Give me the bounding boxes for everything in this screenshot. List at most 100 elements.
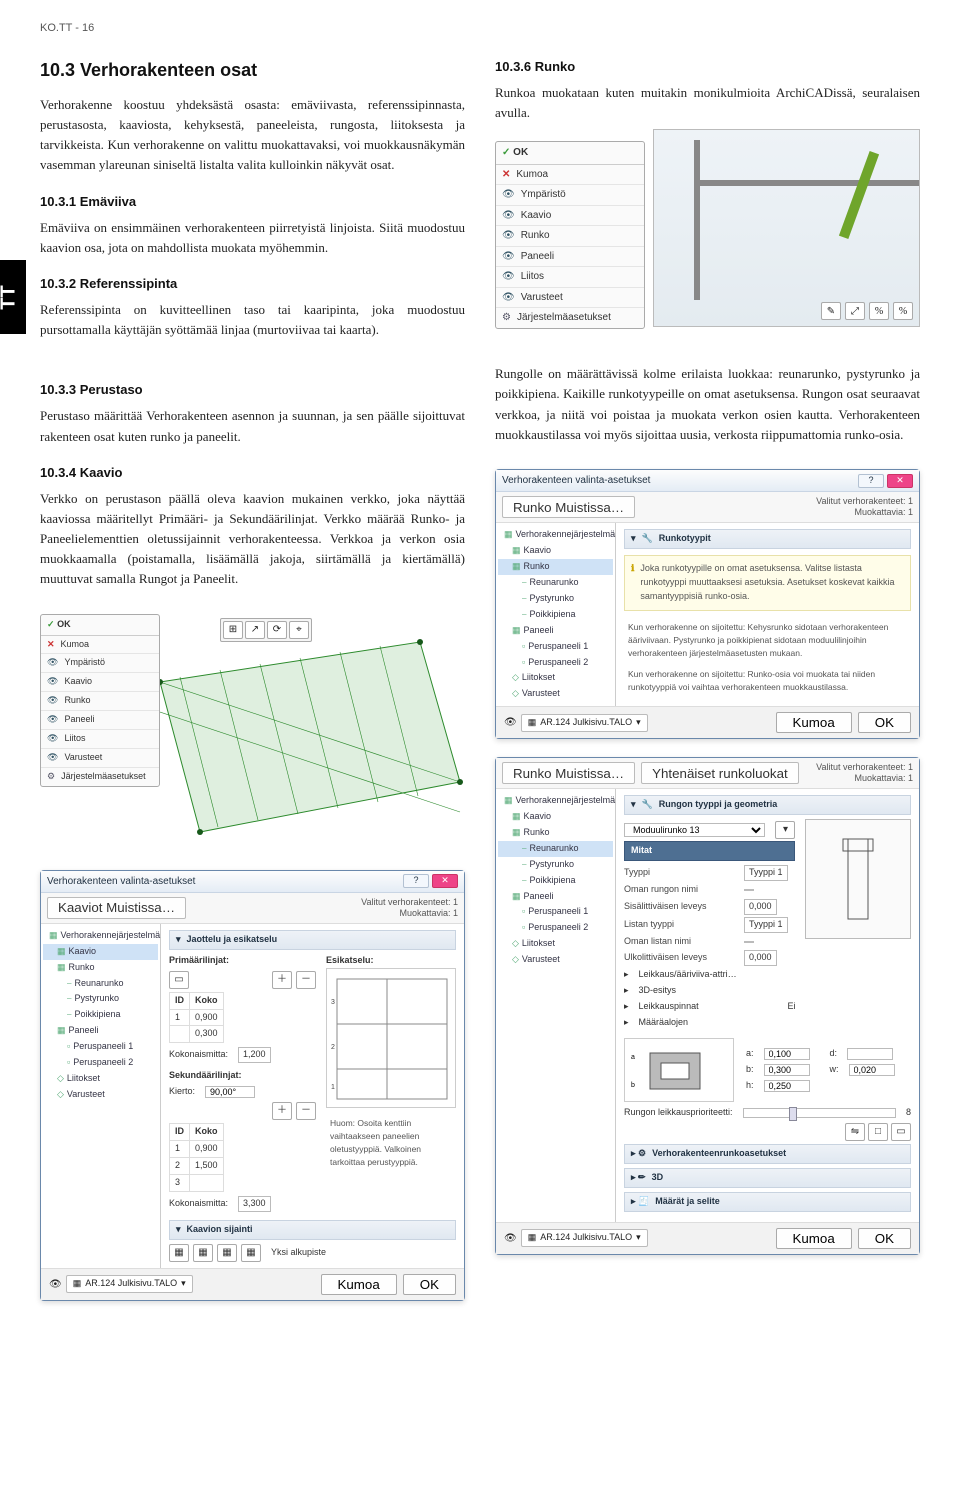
help-button[interactable]: ? xyxy=(403,874,429,888)
layer-eye-icon[interactable]: 👁 xyxy=(49,1277,62,1293)
svg-text:3: 3 xyxy=(331,999,335,1006)
hint-text: Kun verhorakenne on sijoitettu: Runko-os… xyxy=(624,664,911,698)
dialog-title: Verhorakenteen valinta-asetukset xyxy=(47,874,195,890)
subsection-heading: 10.3.2 Referenssipinta xyxy=(40,274,465,294)
eye-icon: 👁 xyxy=(502,208,515,224)
tree-view[interactable]: ▦Verhorakennejärjestelmä ▦Kaavio ▦Runko … xyxy=(41,924,161,1268)
close-button[interactable]: ✕ xyxy=(432,874,458,888)
body-text: Verkko on perustason päällä oleva kaavio… xyxy=(40,489,465,590)
eye-icon: 👁 xyxy=(502,269,515,285)
dialog-rungon-tyyppi: Runko Muistissa… Yhtenäiset runkoluokat … xyxy=(495,757,920,1255)
primary-table[interactable]: IDKoko 10,900 0,300 xyxy=(169,992,224,1044)
eye-icon: 👁 xyxy=(502,187,515,203)
body-text: Referenssipinta on kuvitteellinen taso t… xyxy=(40,300,465,340)
dim-input[interactable] xyxy=(849,1064,895,1076)
tool-icon[interactable]: % xyxy=(869,302,889,320)
svg-text:b: b xyxy=(631,1082,635,1089)
uniform-button[interactable]: Yhtenäiset runkoluokat xyxy=(641,762,799,784)
section-schematic: ab xyxy=(624,1038,734,1102)
secondary-table[interactable]: IDKoko 10,900 21,500 3 xyxy=(169,1123,224,1192)
dialog-kaavio: Verhorakenteen valinta-asetukset ? ✕ Kaa… xyxy=(40,870,465,1301)
tool-icon[interactable]: % xyxy=(893,302,913,320)
tool-icon[interactable]: ⤢ xyxy=(845,302,865,320)
viewport-3d[interactable]: ✎ ⤢ % % xyxy=(653,129,920,327)
section-heading: 10.3 Verhorakenteen osat xyxy=(40,57,465,85)
body-text: Perustaso määrittää Verhorakenteen asenn… xyxy=(40,406,465,446)
memory-button[interactable]: Runko Muistissa… xyxy=(502,496,635,518)
ok-button[interactable]: OK xyxy=(403,1274,456,1295)
body-text: Runkoa muokataan kuten muitakin monikulm… xyxy=(495,83,920,123)
rotation-input[interactable] xyxy=(205,1086,255,1098)
dialog-runkotyypit: Verhorakenteen valinta-asetukset ? ✕ Run… xyxy=(495,469,920,739)
ok-button[interactable]: OK xyxy=(858,712,911,733)
layer-selector[interactable]: ▦AR.124 Julkisivu.TALO▾ xyxy=(66,1275,193,1293)
plus-button[interactable]: ＋ xyxy=(272,971,292,989)
dialog-title: Verhorakenteen valinta-asetukset xyxy=(502,473,650,489)
tree-view[interactable]: ▦Verhorakennejärjestelmä ▦Kaavio ▦Runko … xyxy=(496,523,616,706)
profile-select[interactable]: Moduulirunko 13 xyxy=(624,823,765,837)
svg-text:1: 1 xyxy=(331,1084,335,1091)
layers-popup-small: ✓ OK ✕Kumoa 👁Ympäristö 👁Kaavio 👁Runko 👁P… xyxy=(40,614,160,787)
tool-icon[interactable]: ✎ xyxy=(821,302,841,320)
anchor-icon[interactable]: ▭ xyxy=(891,1123,911,1141)
svg-text:2: 2 xyxy=(331,1044,335,1051)
memory-button[interactable]: Kaaviot Muistissa… xyxy=(47,897,186,919)
info-box: ℹJoka runkotyypille on omat asetuksensa.… xyxy=(624,555,911,611)
browse-icon[interactable]: ▾ xyxy=(775,821,795,839)
dim-input[interactable] xyxy=(847,1048,893,1060)
tree-view[interactable]: ▦Verhorakennejärjestelmä ▦Kaavio ▦Runko … xyxy=(496,789,616,1222)
gear-icon: ⚙ xyxy=(502,310,511,326)
page-header: KO.TT - 16 xyxy=(40,20,920,37)
memory-button[interactable]: Runko Muistissa… xyxy=(502,762,635,784)
grid-svg xyxy=(160,632,470,842)
profile-preview xyxy=(805,819,911,939)
pos-option-icon[interactable]: ▦ xyxy=(169,1244,189,1262)
layer-eye-icon[interactable]: 👁 xyxy=(504,715,517,731)
dim-input[interactable] xyxy=(764,1048,810,1060)
flip-icon[interactable]: ⇋ xyxy=(845,1123,865,1141)
eye-icon: 👁 xyxy=(502,249,515,265)
pos-option-icon[interactable]: ▦ xyxy=(241,1244,261,1262)
pattern-icon[interactable]: ▭ xyxy=(169,971,189,989)
minus-button[interactable]: － xyxy=(296,1102,316,1120)
dim-input[interactable] xyxy=(764,1064,810,1076)
layer-eye-icon[interactable]: 👁 xyxy=(504,1231,517,1247)
eye-icon: 👁 xyxy=(502,290,515,306)
grid-illustration: ✓ OK ✕Kumoa 👁Ympäristö 👁Kaavio 👁Runko 👁P… xyxy=(40,602,465,852)
dim-input[interactable] xyxy=(764,1080,810,1092)
layers-popup: ✓ OK ✕Kumoa 👁Ympäristö 👁Kaavio 👁Runko 👁P… xyxy=(495,141,645,329)
cancel-button[interactable]: Kumoa xyxy=(776,712,852,733)
panel-header[interactable]: 🔧 xyxy=(642,798,653,812)
highlighted-frame-icon xyxy=(839,151,879,239)
panel-header[interactable]: 🔧 xyxy=(642,532,653,546)
cancel-button[interactable]: Kumoa xyxy=(321,1274,397,1295)
side-tab: TT xyxy=(0,260,26,334)
close-button[interactable]: ✕ xyxy=(887,474,913,488)
subsection-heading: 10.3.6 Runko xyxy=(495,57,920,77)
panel-header[interactable]: Jaottelu ja esikatselu xyxy=(187,933,278,947)
layer-selector[interactable]: ▦AR.124 Julkisivu.TALO▾ xyxy=(521,1229,648,1247)
preview-diagram: 3 2 1 xyxy=(326,968,456,1108)
svg-text:a: a xyxy=(631,1054,635,1061)
subsection-heading: 10.3.1 Emäviiva xyxy=(40,192,465,212)
pos-option-icon[interactable]: ▦ xyxy=(193,1244,213,1262)
check-icon: ✓ xyxy=(502,147,510,158)
anchor-icon[interactable]: □ xyxy=(868,1123,888,1141)
hint-text: Huom: Osoita kenttiin vaihtaakseen panee… xyxy=(326,1113,456,1174)
close-icon: ✕ xyxy=(502,167,510,183)
subsection-heading: 10.3.4 Kaavio xyxy=(40,463,465,483)
eye-icon: 👁 xyxy=(502,228,515,244)
ok-button[interactable]: OK xyxy=(858,1228,911,1249)
layer-selector[interactable]: ▦AR.124 Julkisivu.TALO▾ xyxy=(521,714,648,732)
help-button[interactable]: ? xyxy=(858,474,884,488)
subsection-heading: 10.3.3 Perustaso xyxy=(40,380,465,400)
body-text: Verhorakenne koostuu yhdeksästä osasta: … xyxy=(40,95,465,176)
body-text: Emäviiva on ensimmäinen verhorakenteen p… xyxy=(40,218,465,258)
minus-button[interactable]: － xyxy=(296,971,316,989)
cancel-button[interactable]: Kumoa xyxy=(776,1228,852,1249)
priority-slider[interactable] xyxy=(743,1108,896,1118)
pos-option-icon[interactable]: ▦ xyxy=(217,1244,237,1262)
plus-button[interactable]: ＋ xyxy=(272,1102,292,1120)
hint-text: Kun verhorakenne on sijoitettu: Kehysrun… xyxy=(624,617,911,665)
body-text: Rungolle on määrättävissä kolme erilaist… xyxy=(495,364,920,445)
